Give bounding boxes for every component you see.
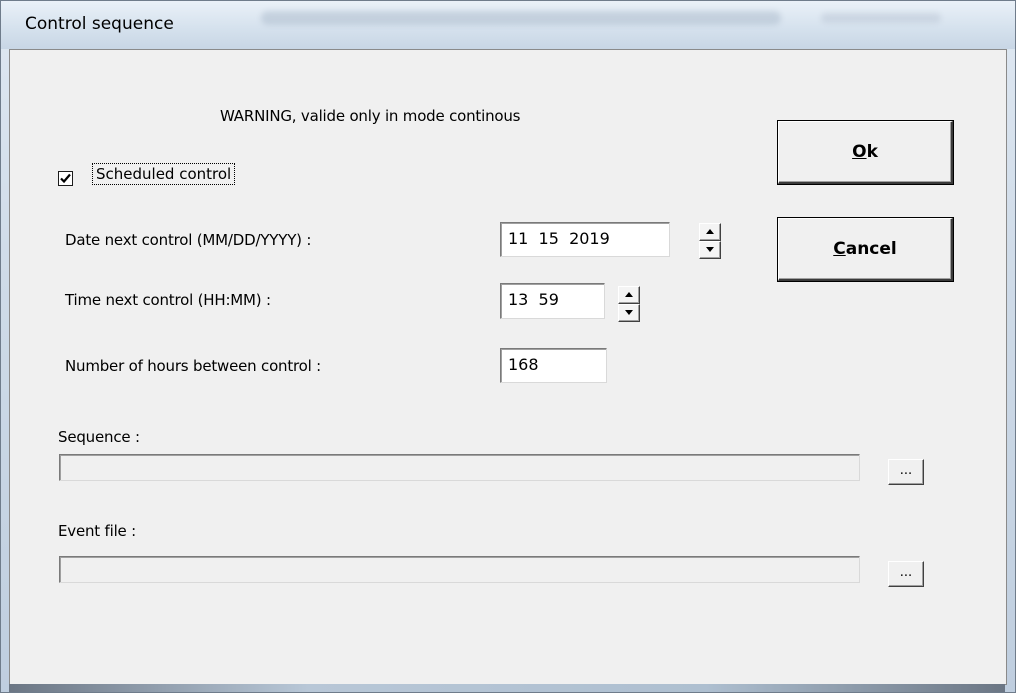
event-file-browse-button[interactable]: ...: [888, 561, 924, 587]
arrow-down-icon: [706, 247, 714, 252]
cancel-mnemonic: C: [833, 239, 846, 259]
dialog-body: WARNING, valide only in mode continous S…: [9, 49, 1007, 685]
title-bar[interactable]: Control sequence: [1, 1, 1015, 49]
scheduled-control-label[interactable]: Scheduled control: [92, 163, 236, 185]
arrow-down-icon: [625, 310, 633, 315]
sequence-browse-button[interactable]: ...: [888, 459, 924, 485]
time-spin-up-button[interactable]: [618, 286, 640, 304]
arrow-up-icon: [625, 292, 633, 297]
checkmark-icon: [60, 173, 71, 184]
warning-message: WARNING, valide only in mode continous: [220, 107, 521, 125]
date-spin-down-button[interactable]: [699, 241, 721, 259]
time-next-label: Time next control (HH:MM) :: [65, 291, 271, 309]
event-file-path-field[interactable]: [59, 556, 860, 583]
date-next-input[interactable]: 11 15 2019: [500, 222, 670, 257]
time-spin-down-button[interactable]: [618, 304, 640, 322]
date-next-label: Date next control (MM/DD/YYYY) :: [65, 231, 312, 249]
event-file-label: Event file :: [58, 522, 137, 540]
scheduled-control-checkbox[interactable]: [58, 171, 73, 186]
dialog-window: Control sequence WARNING, valide only in…: [0, 0, 1016, 693]
cancel-label-rest: ancel: [845, 239, 897, 259]
ok-mnemonic: O: [852, 142, 867, 162]
arrow-up-icon: [706, 229, 714, 234]
hours-between-input[interactable]: 168: [500, 348, 607, 383]
window-title: Control sequence: [25, 14, 174, 34]
ok-button[interactable]: Ok: [778, 121, 953, 184]
date-spinner[interactable]: [699, 223, 721, 259]
ok-label-rest: k: [866, 142, 878, 162]
time-next-input[interactable]: 13 59: [500, 283, 605, 319]
titlebar-glass-reflection: [261, 11, 781, 25]
sequence-path-field[interactable]: [59, 454, 860, 481]
date-spin-up-button[interactable]: [699, 223, 721, 241]
cancel-button[interactable]: Cancel: [778, 218, 953, 281]
titlebar-glass-reflection: [821, 13, 941, 23]
window-bottom-frame: [9, 684, 1005, 692]
time-spinner[interactable]: [618, 286, 640, 322]
hours-between-label: Number of hours between control :: [65, 357, 322, 375]
sequence-label: Sequence :: [58, 428, 140, 446]
